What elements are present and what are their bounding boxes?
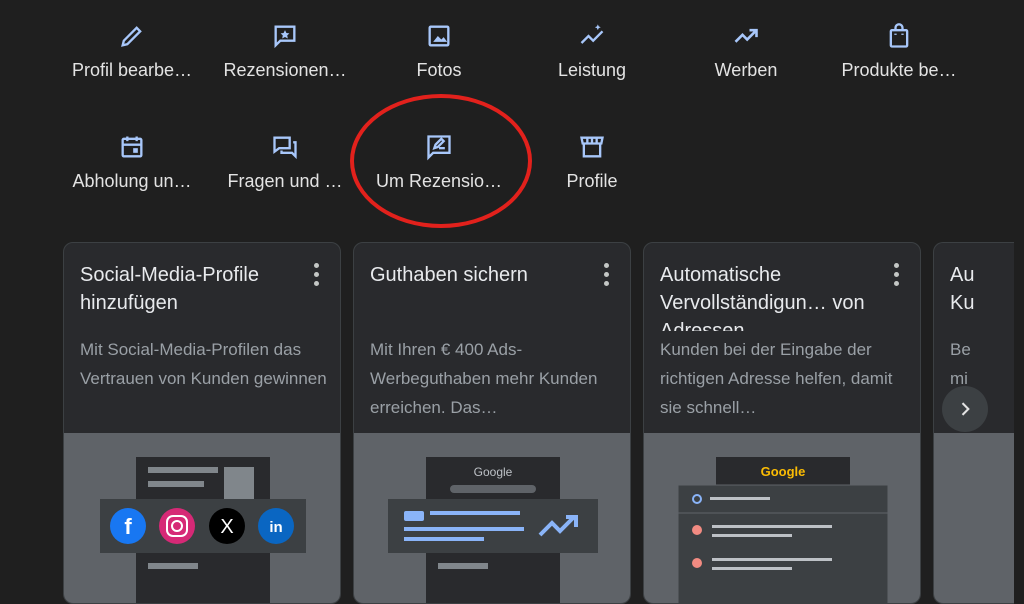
svg-text:in: in — [269, 519, 282, 536]
chevron-right-icon — [961, 402, 970, 416]
quick-action-label: Profile — [566, 171, 618, 191]
quick-action-produkte[interactable]: Produkte be… — [824, 16, 974, 81]
quick-action-fragen[interactable]: Fragen und … — [210, 127, 360, 192]
quick-action-label: Fotos — [416, 60, 462, 80]
photo-icon — [364, 16, 514, 50]
quick-action-profil-bearbeiten[interactable]: Profil bearbe… — [57, 16, 207, 81]
storefront-icon — [517, 127, 667, 161]
card-illustration — [934, 433, 1014, 603]
more-vert-icon[interactable] — [604, 263, 610, 286]
quick-action-label: Leistung — [557, 60, 627, 80]
quick-action-label: Produkte be… — [841, 60, 957, 80]
card-illustration: f X in — [64, 433, 340, 603]
trending-up-icon — [671, 16, 821, 50]
card-description: Kunden bei der Eingabe der richtigen Adr… — [660, 340, 893, 417]
quick-action-werben[interactable]: Werben — [671, 16, 821, 81]
location-pin-icon — [692, 558, 702, 568]
forum-icon — [210, 127, 360, 161]
quick-action-fotos[interactable]: Fotos — [364, 16, 514, 81]
quick-action-label: Rezensionen… — [223, 60, 347, 80]
quick-action-label: Profil bearbe… — [71, 60, 193, 80]
quick-action-label: Werben — [714, 60, 778, 80]
quick-action-rezensionen[interactable]: Rezensionen… — [210, 16, 360, 81]
google-logo-text: Google — [474, 465, 513, 479]
card-title: Au Ku — [950, 264, 975, 314]
more-vert-icon[interactable] — [894, 263, 900, 286]
performance-sparkle-icon — [517, 16, 667, 50]
card-title: Social-Media-Profile hinzufügen — [80, 264, 259, 314]
instagram-icon — [159, 508, 195, 544]
card-title: Automatische Vervollständigun… von Adres… — [660, 264, 865, 331]
carousel-next-button[interactable] — [942, 386, 988, 432]
more-vert-icon[interactable] — [314, 263, 320, 286]
suggestion-card-adressen[interactable]: Automatische Vervollständigun… von Adres… — [643, 242, 921, 604]
location-pin-icon — [692, 525, 702, 535]
shopping-bag-icon — [824, 16, 974, 50]
suggestion-card-social-media[interactable]: Social-Media-Profile hinzufügen Mit Soci… — [63, 242, 341, 604]
quick-action-label: Fragen und … — [227, 171, 343, 191]
card-illustration: Google — [644, 433, 920, 603]
suggestion-card-guthaben[interactable]: Guthaben sichern Mit Ihren € 400 Ads-Wer… — [353, 242, 631, 604]
google-logo-text: Google — [761, 464, 806, 479]
svg-text:f: f — [124, 514, 132, 539]
quick-action-label: Abholung un… — [72, 171, 192, 191]
review-star-icon — [210, 16, 360, 50]
quick-action-abholung[interactable]: Abholung un… — [57, 127, 207, 192]
card-description: Mit Social-Media-Profilen das Vertrauen … — [80, 340, 327, 388]
pencil-icon — [57, 16, 207, 50]
card-description: Mit Ihren € 400 Ads-Werbeguthaben mehr K… — [370, 340, 598, 417]
quick-action-profile[interactable]: Profile — [517, 127, 667, 192]
card-title: Guthaben sichern — [370, 264, 528, 286]
quick-action-leistung[interactable]: Leistung — [517, 16, 667, 81]
calendar-icon — [57, 127, 207, 161]
highlight-circle — [350, 94, 532, 228]
svg-text:X: X — [220, 516, 233, 538]
card-illustration: Google — [354, 433, 630, 603]
card-description: Be mi — [950, 340, 971, 388]
